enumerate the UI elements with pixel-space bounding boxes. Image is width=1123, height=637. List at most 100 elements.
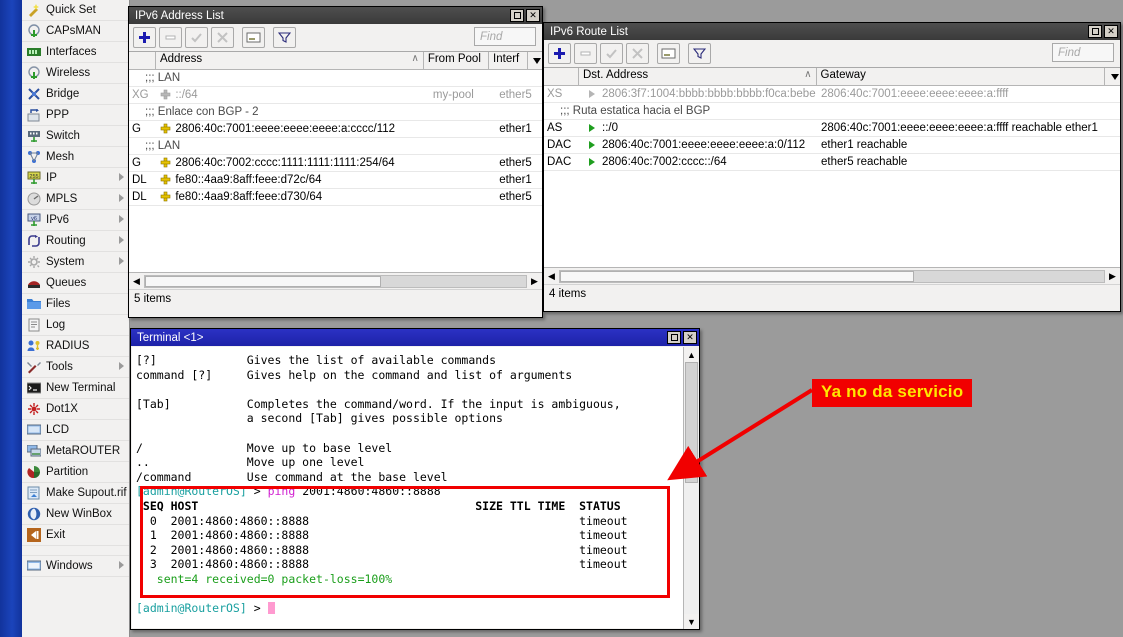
ipv6-route-list-window[interactable]: IPv6 Route List ✕: [543, 22, 1121, 312]
sidebar-item-new-winbox[interactable]: New WinBox: [22, 504, 129, 525]
table-row[interactable]: DLfe80::4aa9:8aff:feee:d730/64ether5: [129, 189, 542, 206]
hscroll-thumb[interactable]: [560, 271, 914, 282]
terminal-window[interactable]: Terminal <1> ✕ [?] Gives the list of ava…: [130, 328, 700, 630]
sidebar-item-mpls[interactable]: MPLS: [22, 189, 129, 210]
filter-button[interactable]: [273, 27, 296, 48]
remove-button[interactable]: [159, 27, 182, 48]
column-chooser-icon[interactable]: [528, 52, 543, 69]
sidebar-item-new-terminal[interactable]: New Terminal: [22, 378, 129, 399]
sidebar-item-windows[interactable]: Windows: [22, 556, 129, 577]
sidebar-item-partition[interactable]: Partition: [22, 462, 129, 483]
close-icon[interactable]: ✕: [526, 9, 540, 22]
sidebar-item-wireless[interactable]: Wireless: [22, 63, 129, 84]
capsman-icon: [26, 24, 41, 39]
sidebar-item-radius[interactable]: RADIUS: [22, 336, 129, 357]
comment-button[interactable]: [657, 43, 680, 64]
switch-icon: [26, 129, 41, 144]
sidebar-item-exit[interactable]: Exit: [22, 525, 129, 546]
hscroll-track[interactable]: [144, 275, 527, 288]
table-row-comment[interactable]: ;;; LAN: [129, 138, 542, 155]
terminal-vscrollbar[interactable]: ▲ ▼: [683, 347, 699, 629]
sidebar-item-tools[interactable]: Tools: [22, 357, 129, 378]
maximize-icon[interactable]: [1088, 25, 1102, 38]
sidebar-item-queues[interactable]: Queues: [22, 273, 129, 294]
add-button[interactable]: [548, 43, 571, 64]
scroll-up-icon[interactable]: ▲: [684, 347, 699, 362]
table-row[interactable]: DAC2806:40c:7002:cccc::/64ether5 reachab…: [544, 154, 1120, 171]
sidebar-item-lcd[interactable]: LCD: [22, 420, 129, 441]
table-row[interactable]: DAC2806:40c:7001:eeee:eeee:eeee:a:0/112e…: [544, 137, 1120, 154]
table-row[interactable]: AS::/02806:40c:7001:eeee:eeee:eeee:a:fff…: [544, 120, 1120, 137]
route-window-titlebar[interactable]: IPv6 Route List ✕: [544, 23, 1120, 40]
table-row[interactable]: XS2806:3f7:1004:bbbb:bbbb:bbbb:f0ca:bebe…: [544, 86, 1120, 103]
route-find-input[interactable]: Find: [1052, 43, 1114, 62]
maximize-icon[interactable]: [510, 9, 524, 22]
sidebar-item-mesh[interactable]: Mesh: [22, 147, 129, 168]
radius-icon: [26, 339, 41, 354]
col-flags[interactable]: [544, 68, 579, 85]
sidebar-item-make-supout-rif[interactable]: Make Supout.rif: [22, 483, 129, 504]
row-flags: G: [129, 157, 156, 169]
col-from-pool[interactable]: From Pool: [424, 52, 489, 69]
terminal-output[interactable]: [?] Gives the list of available commands…: [132, 347, 683, 628]
main-menu: Quick SetCAPsMANInterfaces Wireless Bridge…: [22, 0, 130, 637]
table-row[interactable]: XG::/64my-poolether5: [129, 87, 542, 104]
sidebar-item-routing[interactable]: Routing: [22, 231, 129, 252]
sidebar-item-bridge[interactable]: Bridge: [22, 84, 129, 105]
sidebar-item-ip[interactable]: 255IP: [22, 168, 129, 189]
col-address[interactable]: Address: [156, 52, 424, 69]
disable-button[interactable]: [211, 27, 234, 48]
route-hscrollbar[interactable]: ◀ ▶: [544, 267, 1120, 284]
hscroll-track[interactable]: [559, 270, 1105, 283]
sidebar-item-log[interactable]: Log: [22, 315, 129, 336]
maximize-icon[interactable]: [667, 331, 681, 344]
enable-button[interactable]: [185, 27, 208, 48]
col-gateway[interactable]: Gateway: [817, 68, 1105, 85]
scroll-down-icon[interactable]: ▼: [684, 614, 699, 629]
comment-button[interactable]: [242, 27, 265, 48]
address-hscrollbar[interactable]: ◀ ▶: [129, 272, 542, 289]
column-chooser-icon[interactable]: [1105, 68, 1120, 85]
sidebar-item-quick-set[interactable]: Quick Set: [22, 0, 129, 21]
table-row-comment[interactable]: ;;; Ruta estatica hacia el BGP: [544, 103, 1120, 120]
scroll-right-icon[interactable]: ▶: [527, 274, 542, 288]
table-row-comment[interactable]: ;;; LAN: [129, 70, 542, 87]
table-row-comment[interactable]: ;;; Enlace con BGP - 2: [129, 104, 542, 121]
ipv6-address-list-window[interactable]: IPv6 Address List ✕: [128, 6, 543, 318]
sidebar-item-interfaces[interactable]: Interfaces: [22, 42, 129, 63]
sidebar-item-ipv6[interactable]: v6IPv6: [22, 210, 129, 231]
vscroll-thumb[interactable]: [685, 362, 698, 483]
sidebar-item-label: Wireless: [46, 67, 90, 79]
sidebar-item-system[interactable]: System: [22, 252, 129, 273]
close-icon[interactable]: ✕: [1104, 25, 1118, 38]
sidebar-item-ppp[interactable]: PPP: [22, 105, 129, 126]
sidebar-item-capsman[interactable]: CAPsMAN: [22, 21, 129, 42]
col-flags[interactable]: [129, 52, 156, 69]
route-statusbar: 4 items: [544, 284, 1120, 303]
terminal-titlebar[interactable]: Terminal <1> ✕: [131, 329, 699, 346]
add-button[interactable]: [133, 27, 156, 48]
table-row[interactable]: G2806:40c:7001:eeee:eeee:eeee:a:cccc/112…: [129, 121, 542, 138]
scroll-right-icon[interactable]: ▶: [1105, 269, 1120, 283]
close-icon[interactable]: ✕: [683, 331, 697, 344]
sidebar-item-files[interactable]: Files: [22, 294, 129, 315]
disable-button[interactable]: [626, 43, 649, 64]
table-row[interactable]: G2806:40c:7002:cccc:1111:1111:1111:254/6…: [129, 155, 542, 172]
vscroll-track[interactable]: [684, 362, 699, 614]
scroll-left-icon[interactable]: ◀: [544, 269, 559, 283]
col-dst-address[interactable]: Dst. Address: [579, 68, 817, 85]
sidebar-item-metarouter[interactable]: MetaROUTER: [22, 441, 129, 462]
sidebar-item-label: MPLS: [46, 193, 77, 205]
sidebar-item-dot1x[interactable]: Dot1X: [22, 399, 129, 420]
address-window-titlebar[interactable]: IPv6 Address List ✕: [129, 7, 542, 24]
scroll-left-icon[interactable]: ◀: [129, 274, 144, 288]
enable-button[interactable]: [600, 43, 623, 64]
filter-button[interactable]: [688, 43, 711, 64]
col-interface[interactable]: Interf: [489, 52, 527, 69]
table-row[interactable]: DLfe80::4aa9:8aff:feee:d72c/64ether1: [129, 172, 542, 189]
hscroll-thumb[interactable]: [145, 276, 381, 287]
sidebar-item-switch[interactable]: Switch: [22, 126, 129, 147]
remove-button[interactable]: [574, 43, 597, 64]
address-find-input[interactable]: Find: [474, 27, 536, 46]
winbox-app-titlebar: RouterOS WinBox: [0, 0, 22, 637]
